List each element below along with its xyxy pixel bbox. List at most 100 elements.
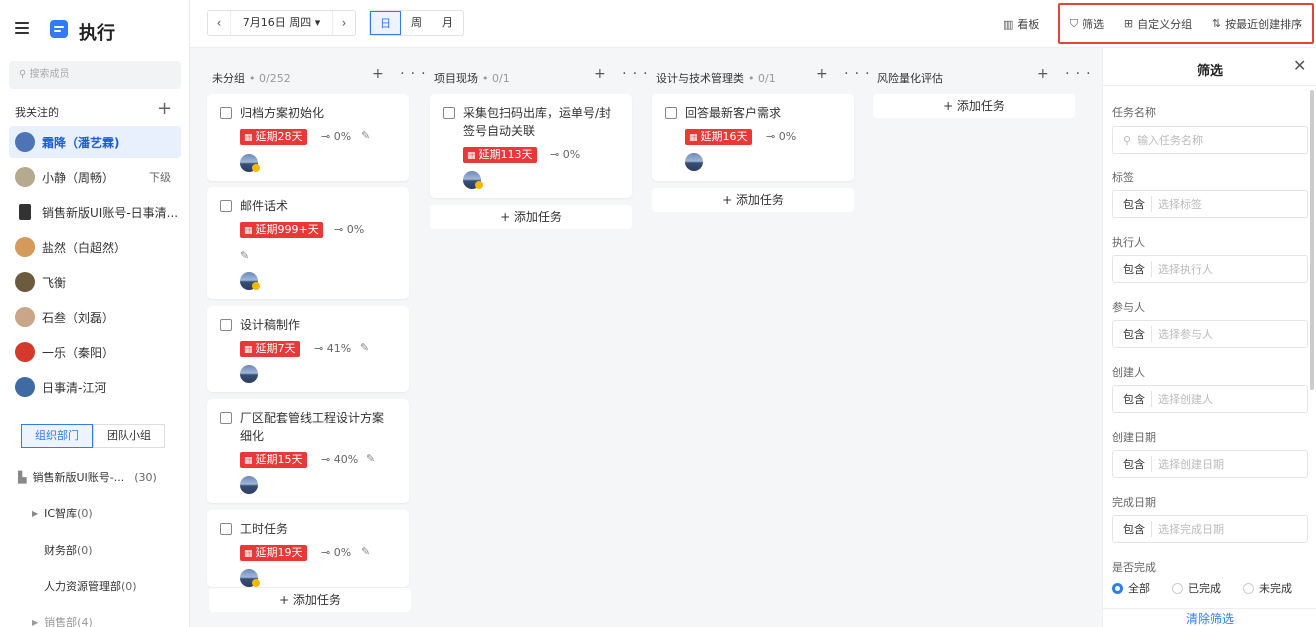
next-day-button[interactable]: › xyxy=(333,16,355,30)
scrollbar[interactable] xyxy=(1310,90,1314,390)
board-label: 看板 xyxy=(1017,18,1040,31)
custom-group-button[interactable]: ⊞ 自定义分组 xyxy=(1124,16,1192,32)
member-item[interactable]: 盐然（白超然） xyxy=(9,231,181,263)
close-icon[interactable]: ✕ xyxy=(1293,56,1306,75)
completed-date-select[interactable]: 包含 选择完成日期 xyxy=(1112,515,1308,543)
overdue-badge: 延期15天 xyxy=(240,452,307,468)
member-item[interactable]: 销售新版UI账号-日事清... xyxy=(9,196,181,228)
member-name: 小静（周畅） xyxy=(42,170,115,185)
add-task-button[interactable]: + 添加任务 xyxy=(652,188,854,212)
task-checkbox[interactable] xyxy=(665,107,677,119)
task-card[interactable]: 回答最新客户需求 延期16天 ⊸ 0% xyxy=(652,94,854,181)
task-checkbox[interactable] xyxy=(220,412,232,424)
edit-icon[interactable]: ✎ xyxy=(366,452,375,465)
org-item[interactable]: ▙ 销售新版UI账号-... (30) xyxy=(18,469,157,485)
task-card[interactable]: 设计稿制作 延期7天 ⊸ 41% ✎ xyxy=(207,306,409,392)
task-card[interactable]: 工时任务 延期19天 ⊸ 0% ✎ xyxy=(207,510,409,587)
view-month-tab[interactable]: 月 xyxy=(432,11,463,35)
view-week-tab[interactable]: 周 xyxy=(401,11,432,35)
view-day-tab[interactable]: 日 xyxy=(370,11,401,35)
assignee-select[interactable]: 包含 选择执行人 xyxy=(1112,255,1308,283)
task-card[interactable]: 厂区配套管线工程设计方案细化 延期15天 ⊸ 40% ✎ xyxy=(207,399,409,503)
member-item[interactable]: 飞衡 xyxy=(9,266,181,298)
task-checkbox[interactable] xyxy=(220,200,232,212)
include-operator[interactable]: 包含 xyxy=(1113,521,1152,537)
creator-label: 创建人 xyxy=(1112,366,1145,379)
column-actions[interactable]: + ··· xyxy=(372,66,432,82)
board-view-button[interactable]: ▥ 看板 xyxy=(1003,16,1039,32)
task-card[interactable]: 归档方案初始化 延期28天 ⊸ 0% ✎ xyxy=(207,94,409,181)
avatar xyxy=(15,237,35,257)
task-checkbox[interactable] xyxy=(220,523,232,535)
add-task-button[interactable]: + 添加任务 xyxy=(209,588,411,612)
group-label: 自定义分组 xyxy=(1137,17,1193,31)
org-item[interactable]: 人力资源管理部 (0) xyxy=(44,578,137,594)
tab-team[interactable]: 团队小组 xyxy=(93,424,165,448)
caret-right-icon[interactable]: ▶ xyxy=(32,618,38,627)
org-item[interactable]: ▶ IC智库 (0) xyxy=(32,505,93,521)
include-operator[interactable]: 包含 xyxy=(1113,261,1152,277)
star-icon xyxy=(475,181,483,189)
task-card[interactable]: 采集包扫码出库，运单号/封签号自动关联 延期113天 ⊸ 0% xyxy=(430,94,632,198)
progress-text: ⊸ 0% xyxy=(321,130,352,143)
prev-day-button[interactable]: ‹ xyxy=(208,16,230,30)
avatar xyxy=(15,342,35,362)
column-actions[interactable]: + ··· xyxy=(594,66,654,82)
view-switch: 日 周 月 xyxy=(369,10,464,36)
assignee-avatar xyxy=(685,153,703,171)
tag-select[interactable]: 包含 选择标签 xyxy=(1112,190,1308,218)
menu-icon[interactable] xyxy=(15,22,29,34)
caret-right-icon[interactable]: ▶ xyxy=(32,509,38,518)
radio-undone[interactable]: 未完成 xyxy=(1243,580,1292,596)
member-name: 石叁（刘磊） xyxy=(42,310,115,325)
clear-filter-button[interactable]: 清除筛选 xyxy=(1103,608,1316,627)
include-operator[interactable]: 包含 xyxy=(1113,391,1152,407)
participant-select[interactable]: 包含 选择参与人 xyxy=(1112,320,1308,348)
date-select[interactable]: 7月16日 周四 ▾ xyxy=(230,11,333,35)
column-title: 设计与技术管理类 xyxy=(656,72,744,85)
add-task-button[interactable]: + 添加任务 xyxy=(430,205,632,229)
member-search-input[interactable]: ⚲ 搜索成员 xyxy=(9,61,181,89)
org-name: 人力资源管理部 xyxy=(44,580,121,593)
add-task-button[interactable]: + 添加任务 xyxy=(873,94,1075,118)
task-checkbox[interactable] xyxy=(443,107,455,119)
highlighted-toolbar-group: ⛉ 筛选 ⊞ 自定义分组 ⇅ 按最近创建排序 xyxy=(1058,3,1314,44)
member-item[interactable]: 一乐（秦阳） xyxy=(9,336,181,368)
include-operator[interactable]: 包含 xyxy=(1113,456,1152,472)
edit-icon[interactable]: ✎ xyxy=(361,545,370,558)
org-item[interactable]: 财务部 (0) xyxy=(44,542,93,558)
edit-icon[interactable]: ✎ xyxy=(240,249,249,262)
member-name: 霜降（潘艺霖) xyxy=(42,135,120,150)
edit-icon[interactable]: ✎ xyxy=(360,341,369,354)
progress-text: ⊸ 0% xyxy=(550,148,581,161)
radio-all[interactable]: 全部 xyxy=(1112,580,1150,596)
task-checkbox[interactable] xyxy=(220,319,232,331)
subordinate-tag: 下级 xyxy=(149,171,171,184)
creator-select[interactable]: 包含 选择创建人 xyxy=(1112,385,1308,413)
radio-done[interactable]: 已完成 xyxy=(1172,580,1221,596)
filter-button[interactable]: ⛉ 筛选 xyxy=(1070,16,1104,32)
created-date-select[interactable]: 包含 选择创建日期 xyxy=(1112,450,1308,478)
tag-placeholder: 选择标签 xyxy=(1158,198,1202,211)
task-name-input[interactable]: ⚲ 输入任务名称 xyxy=(1112,126,1308,154)
member-item[interactable]: 霜降（潘艺霖) xyxy=(9,126,181,158)
member-item[interactable]: 小静（周畅） 下级 xyxy=(9,161,181,193)
sort-button[interactable]: ⇅ 按最近创建排序 xyxy=(1212,16,1302,32)
overdue-badge: 延期16天 xyxy=(685,129,752,145)
member-name: 销售新版UI账号-日事清... xyxy=(42,205,179,220)
tab-org[interactable]: 组织部门 xyxy=(21,424,93,448)
org-item[interactable]: ▶ 销售部 (4) xyxy=(32,614,93,627)
column-title: 风险量化评估 xyxy=(877,72,943,85)
add-followed-button[interactable]: + xyxy=(157,98,172,119)
include-operator[interactable]: 包含 xyxy=(1113,196,1152,212)
member-item[interactable]: 石叁（刘磊） xyxy=(9,301,181,333)
column-actions[interactable]: + ··· xyxy=(816,66,876,82)
column-count: • 0/1 xyxy=(482,71,510,85)
task-card[interactable]: 邮件话术 延期999+天 ⊸ 0% ✎ xyxy=(207,187,409,299)
include-operator[interactable]: 包含 xyxy=(1113,326,1152,342)
org-name: 销售新版UI账号-... xyxy=(32,471,125,484)
edit-icon[interactable]: ✎ xyxy=(361,129,370,142)
task-checkbox[interactable] xyxy=(220,107,232,119)
column-actions[interactable]: + ··· xyxy=(1037,66,1097,82)
member-item[interactable]: 日事清-江河 xyxy=(9,371,181,403)
